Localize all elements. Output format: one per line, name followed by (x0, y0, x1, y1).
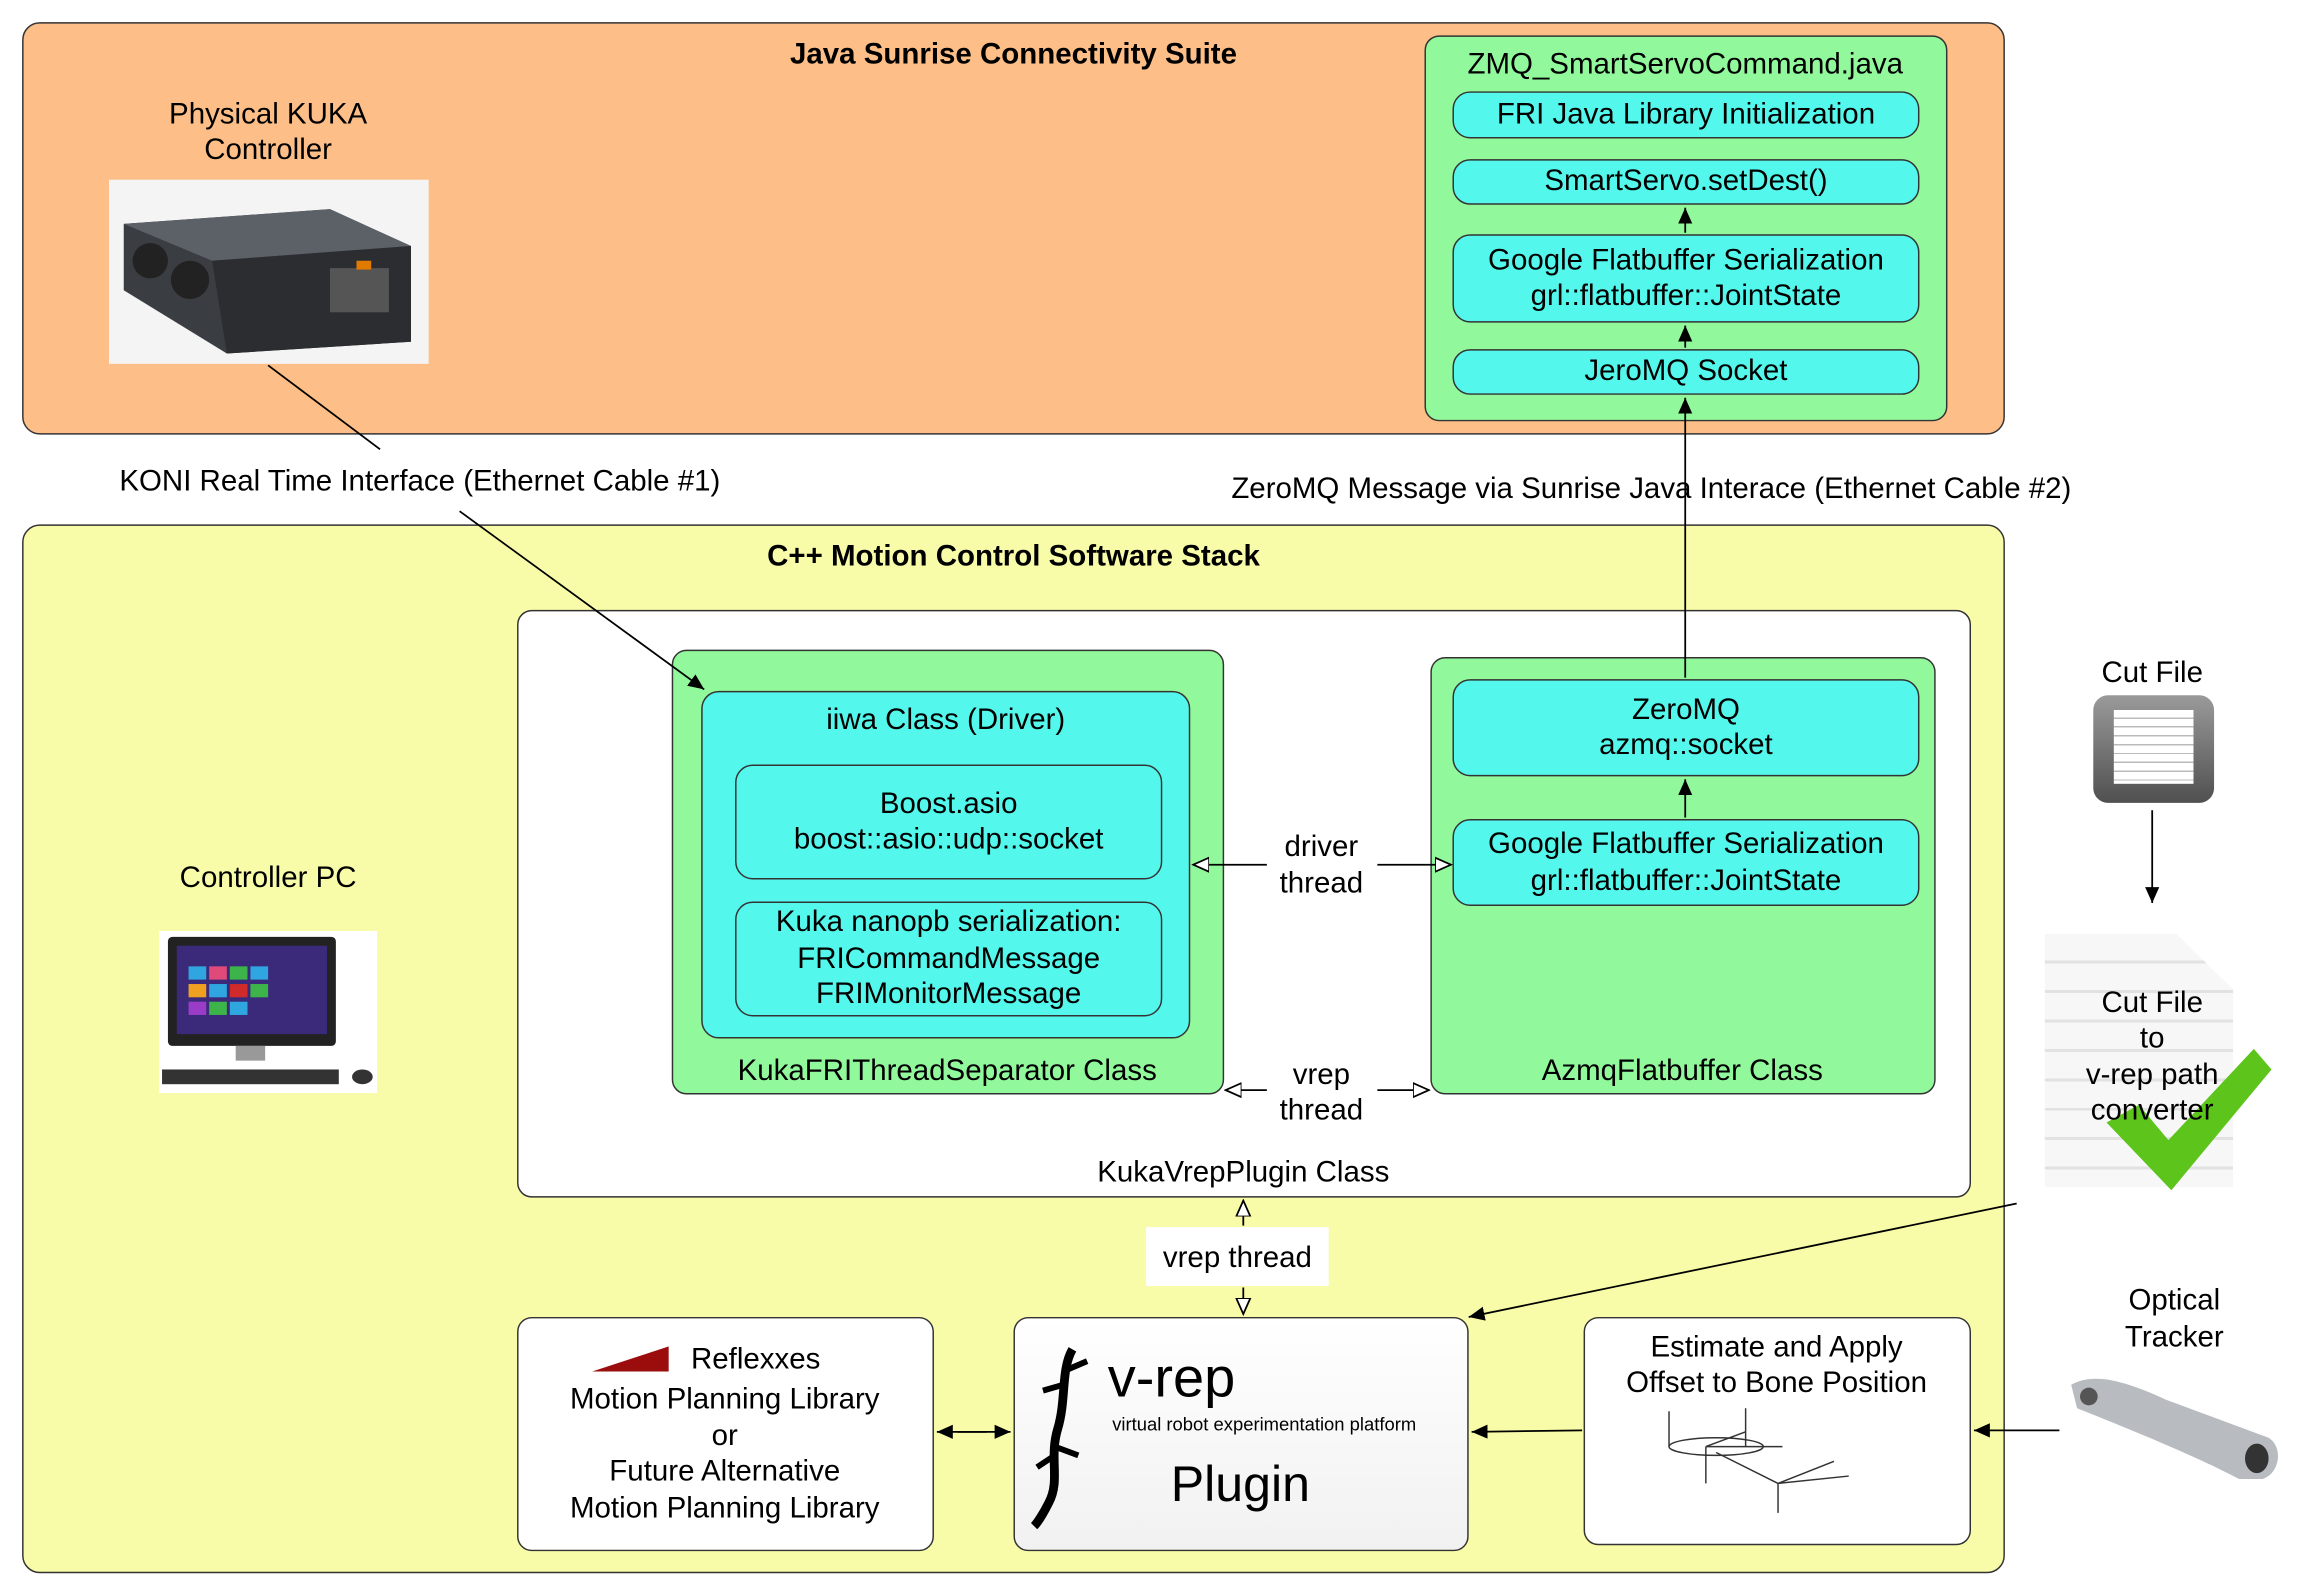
driver-thread-label-2: thread (1279, 867, 1364, 901)
boost-asio-label-2: boost::asio::udp::socket (793, 823, 1104, 856)
converter-label-4: converter (2090, 1094, 2214, 1127)
boost-asio-box: Boost.asio boost::asio::udp::socket (735, 764, 1163, 880)
reflexxes-logo-icon (592, 1346, 669, 1372)
driver-thread-label-1: driver (1284, 830, 1359, 864)
kuka-controller-image (109, 179, 429, 364)
fri-java-init-label: FRI Java Library Initialization (1496, 98, 1876, 131)
nanopb-label-3: FRIMonitorMessage (816, 978, 1082, 1011)
smartservo-setdest-label: SmartServo.setDest() (1544, 165, 1828, 198)
kuka-controller-label-2: Controller (204, 134, 332, 167)
java-suite-title: Java Sunrise Connectivity Suite (789, 38, 1237, 71)
architecture-diagram: Java Sunrise Connectivity Suite Physical… (0, 0, 2298, 1588)
java-flatbuffer-label-1: Google Flatbuffer Serialization (1488, 243, 1884, 277)
fri-java-init-box: FRI Java Library Initialization (1452, 91, 1920, 139)
kuka-vrep-plugin-label: KukaVrepPlugin Class (1097, 1156, 1390, 1189)
gecko-logo-icon (1030, 1347, 1089, 1530)
nanopb-label-1: Kuka nanopb serialization: (775, 906, 1122, 939)
java-flatbuffer-box: Google Flatbuffer Serialization grl::flat… (1452, 234, 1920, 323)
reflexxes-logo-text: Reflexxes (691, 1343, 821, 1376)
fri-thread-separator-label: KukaFRIThreadSeparator Class (737, 1054, 1157, 1088)
vrep-plugin-label: Plugin (1170, 1456, 1310, 1513)
vrep-thread-label: vrep thread (1162, 1241, 1312, 1275)
nanopb-label-2: FRICommandMessage (797, 942, 1101, 975)
zeromq-azmq-socket-box: ZeroMQ azmq::socket (1452, 679, 1920, 777)
java-flatbuffer-label-2: grl::flatbuffer::JointState (1530, 279, 1842, 313)
boost-asio-label-1: Boost.asio (879, 787, 1018, 820)
optical-tracker-label-1: Optical (2128, 1284, 2221, 1317)
kuka-controller-icon (123, 209, 411, 354)
vrep-logo-text: v-rep (1107, 1347, 1236, 1410)
reflexxes-line-2: or (711, 1420, 738, 1453)
zmq-box-title: ZMQ_SmartServoCommand.java (1467, 48, 1903, 82)
vrep-thread-inner-label-1: vrep (1292, 1059, 1351, 1092)
converter-label-1: Cut File (2101, 986, 2203, 1020)
cpp-flatbuffer-label-2: grl::flatbuffer::JointState (1530, 863, 1842, 897)
desktop-computer-icon (162, 936, 373, 1085)
cut-file-label: Cut File (2101, 657, 2203, 690)
reflexxes-line-1: Motion Planning Library (569, 1383, 880, 1416)
jeromq-socket-box: JeroMQ Socket (1452, 349, 1920, 395)
azmq-flatbuffer-label: AzmqFlatbuffer Class (1541, 1054, 1823, 1088)
controller-pc-image (159, 930, 378, 1094)
vrep-thread-inner-label-2: thread (1279, 1094, 1364, 1127)
kuka-nanopb-box: Kuka nanopb serialization: FRICommandMess… (735, 901, 1163, 1017)
optical-tracker-label-2: Tracker (2124, 1321, 2224, 1354)
koni-interface-label: KONI Real Time Interface (Ethernet Cable… (119, 465, 721, 498)
reflexxes-line-4: Motion Planning Library (569, 1492, 880, 1525)
converter-label-2: to (2139, 1022, 2165, 1055)
estimate-label-2: Offset to Bone Position (1626, 1367, 1927, 1400)
cpp-flatbuffer-label-1: Google Flatbuffer Serialization (1488, 827, 1884, 861)
zeromq-label-1: ZeroMQ (1631, 693, 1740, 726)
jeromq-socket-label: JeroMQ Socket (1584, 355, 1788, 388)
converter-label-3: v-rep path (2085, 1059, 2219, 1092)
zeromq-message-label: ZeroMQ Message via Sunrise Java Interace… (1231, 472, 2072, 506)
coordinate-frames-icon (1668, 1408, 1849, 1513)
cpp-flatbuffer-box: Google Flatbuffer Serialization grl::flat… (1452, 819, 1920, 906)
smartservo-setdest-box: SmartServo.setDest() (1452, 159, 1920, 205)
zeromq-label-2: azmq::socket (1599, 729, 1773, 762)
reflexxes-line-3: Future Alternative (609, 1455, 841, 1488)
cpp-stack-title: C++ Motion Control Software Stack (767, 540, 1260, 574)
estimate-label-1: Estimate and Apply (1650, 1331, 1903, 1365)
controller-pc-label: Controller PC (179, 861, 357, 895)
optical-tracker-icon (2071, 1378, 2279, 1479)
cut-file-icon (2093, 695, 2215, 803)
iiwa-driver-title: iiwa Class (Driver) (826, 704, 1066, 737)
kuka-controller-label-1: Physical KUKA (169, 98, 368, 132)
vrep-tagline: virtual robot experimentation platform (1112, 1414, 1417, 1435)
